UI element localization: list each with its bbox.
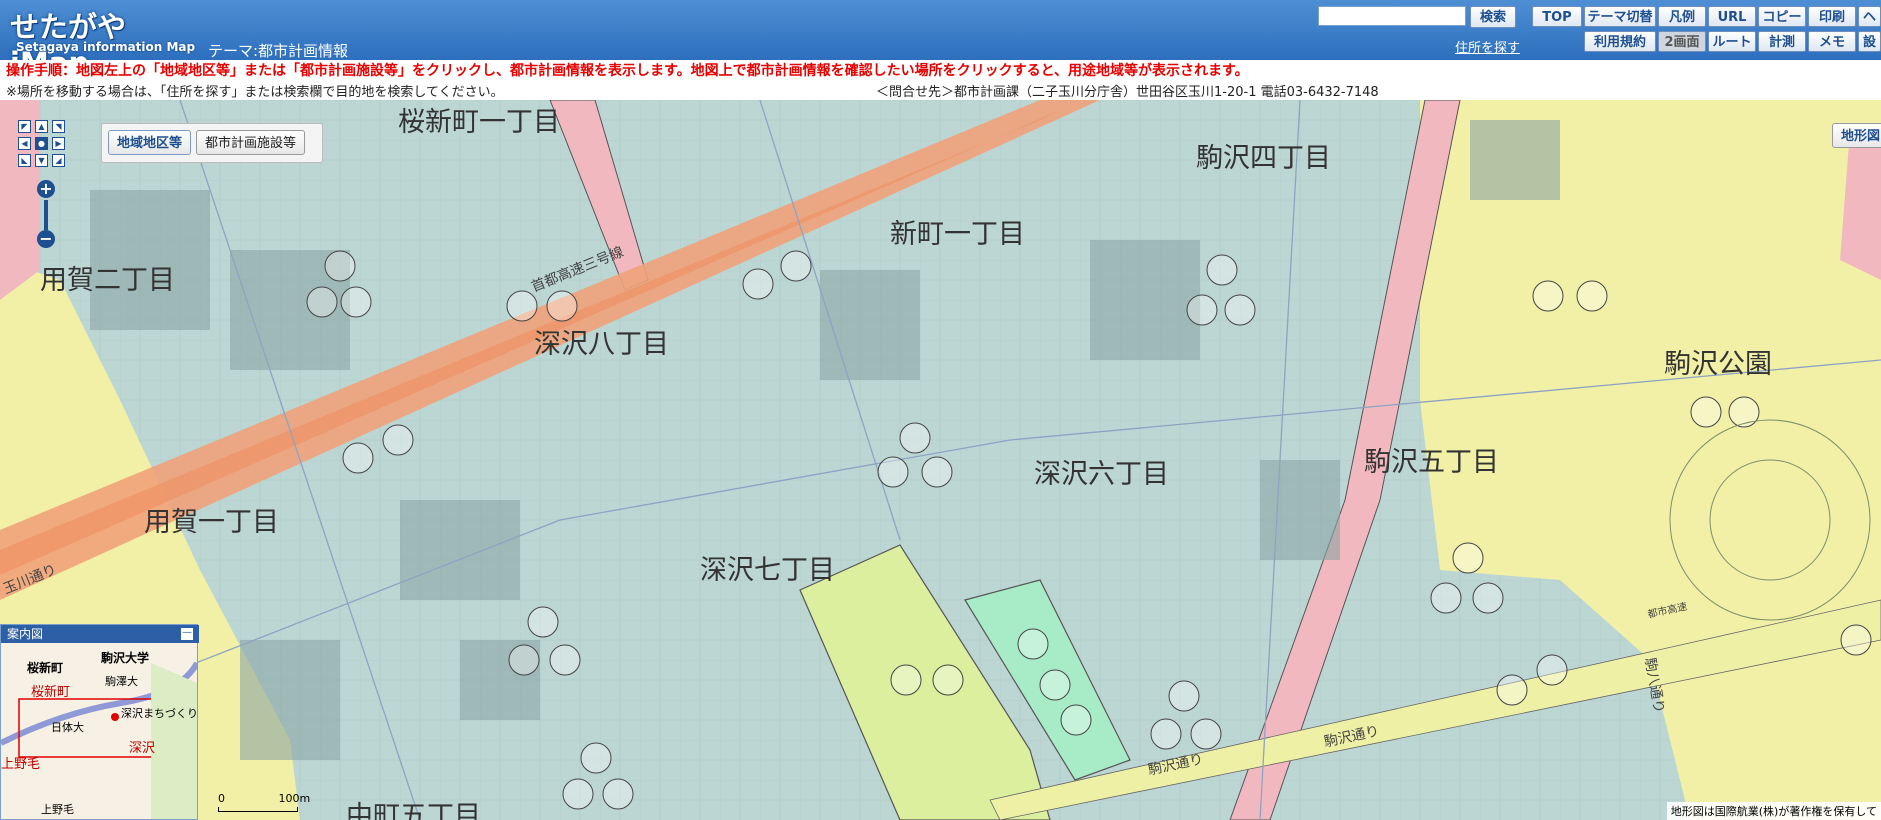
scale-zero: 0 <box>218 792 225 805</box>
pan-west-icon[interactable]: ◀ <box>18 137 31 150</box>
measure-button[interactable]: 計測 <box>1758 31 1806 52</box>
move-hint-text: ※場所を移動する場合は、「住所を探す」または検索欄で目的地を検索してください。 <box>6 85 504 100</box>
district-label: 駒沢四丁目 <box>1196 143 1331 174</box>
district-label: 新町一丁目 <box>890 219 1025 250</box>
legend-button[interactable]: 凡例 <box>1658 6 1706 27</box>
guide-label: 駒澤大 <box>105 675 138 688</box>
instruction-text: 操作手順：地図左上の「地域地区等」または「都市計画施設等」をクリックし、都市計画… <box>6 63 1249 79</box>
guide-label: 深沢まちづくり <box>121 707 198 720</box>
theme-switch-button[interactable]: テーマ切替 <box>1584 6 1656 27</box>
pan-north-icon[interactable]: ▲ <box>35 120 48 133</box>
help-button[interactable]: ヘ <box>1858 6 1881 27</box>
logo-sub-text: Setagaya information Map <box>16 40 196 54</box>
pan-southwest-icon[interactable]: ◣ <box>18 154 31 167</box>
minimize-icon[interactable]: — <box>181 628 193 640</box>
copy-button[interactable]: コピー <box>1758 6 1806 27</box>
tab-zoning[interactable]: 地域地区等 <box>108 130 192 155</box>
print-button[interactable]: 印刷 <box>1808 6 1856 27</box>
guide-label: 桜新町 <box>31 685 71 700</box>
app-header: せたがやiMap Setagaya information Map テーマ:都市… <box>0 0 1881 80</box>
district-label: 桜新町一丁目 <box>398 107 560 138</box>
instruction-bar: 操作手順：地図左上の「地域地区等」または「都市計画施設等」をクリックし、都市計画… <box>0 60 1881 100</box>
pan-east-icon[interactable]: ▶ <box>52 137 65 150</box>
district-label: 深沢八丁目 <box>534 329 669 360</box>
tab-facilities[interactable]: 都市計画施設等 <box>196 130 306 155</box>
terrain-map-button[interactable]: 地形図 <box>1832 123 1881 148</box>
district-label: 深沢六丁目 <box>1034 459 1169 490</box>
map-canvas[interactable]: 桜新町一丁目 駒沢四丁目 新町一丁目 用賀二丁目 深沢八丁目 駒沢公園 深沢六丁… <box>0 100 1881 820</box>
zoom-slider[interactable] <box>44 200 48 230</box>
district-label: 深沢七丁目 <box>700 555 835 586</box>
district-label: 駒沢五丁目 <box>1364 447 1499 478</box>
scale-bar: 0 100m <box>218 792 310 812</box>
route-button[interactable]: ルート <box>1708 31 1756 52</box>
district-label: 用賀一丁目 <box>144 507 279 538</box>
pan-center-icon[interactable]: ● <box>35 137 48 150</box>
copyright-notice: 地形図は国際航業(株)が著作権を保有して <box>1666 802 1881 820</box>
pan-south-icon[interactable]: ▼ <box>35 154 48 167</box>
dual-screen-button[interactable]: 2画面 <box>1658 31 1706 52</box>
search-button[interactable]: 検索 <box>1470 6 1516 28</box>
pan-southeast-icon[interactable]: ◢ <box>52 154 65 167</box>
terms-button[interactable]: 利用規約 <box>1584 31 1656 52</box>
scale-distance: 100m <box>278 792 311 805</box>
contact-info: ＜問合せ先＞都市計画課（二子玉川分庁舎）世田谷区玉川1-20-1 電話03-64… <box>876 85 1379 100</box>
guide-map-panel: 案内図 — 桜新町 駒沢大学 桜新町 駒澤大 深沢まちづくり 日体大 深沢 上野… <box>0 624 199 820</box>
search-input[interactable] <box>1318 6 1466 26</box>
url-button[interactable]: URL <box>1708 6 1756 27</box>
zoom-out-icon[interactable]: − <box>37 230 55 248</box>
guide-map-title: 案内図 <box>1 625 199 643</box>
pan-northeast-icon[interactable]: ◥ <box>52 120 65 133</box>
top-button[interactable]: TOP <box>1532 6 1582 27</box>
guide-label: 日体大 <box>51 721 84 734</box>
theme-label: テーマ:都市計画情報 <box>208 42 349 60</box>
district-label: 駒沢公園 <box>1664 349 1772 380</box>
logo[interactable]: せたがやiMap Setagaya information Map <box>6 4 204 80</box>
guide-label: 上野毛 <box>41 803 74 816</box>
district-label: 中町五丁目 <box>346 801 481 820</box>
zoom-in-icon[interactable]: + <box>37 180 55 198</box>
memo-button[interactable]: メモ <box>1808 31 1856 52</box>
guide-label: 深沢 <box>129 741 156 756</box>
address-search-link[interactable]: 住所を探す <box>1455 37 1520 56</box>
guide-label: 駒沢大学 <box>101 651 150 665</box>
map-layers <box>0 100 1881 820</box>
map-navigation-control: ◤ ▲ ◥ ◀ ● ▶ ◣ ▼ ◢ + − <box>14 120 98 270</box>
layer-tab-bar: 地域地区等 都市計画施設等 <box>101 123 323 163</box>
guide-label: 上野毛 <box>1 757 41 772</box>
guide-label: 桜新町 <box>27 661 64 675</box>
settings-button[interactable]: 設 <box>1858 31 1881 52</box>
pan-northwest-icon[interactable]: ◤ <box>18 120 31 133</box>
